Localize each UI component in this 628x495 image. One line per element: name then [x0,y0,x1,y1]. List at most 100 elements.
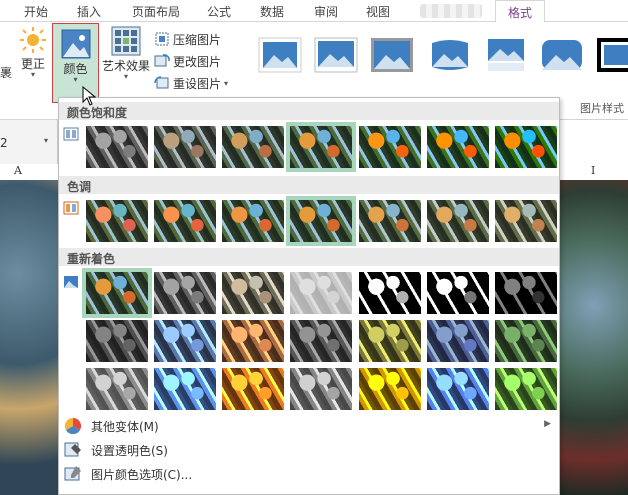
compress-pictures-button[interactable]: 压缩图片 [154,28,221,50]
color-variant-thumbnail[interactable] [222,368,284,410]
color-variant-thumbnail[interactable] [154,272,216,314]
color-variant-thumbnail[interactable] [154,126,216,168]
name-box[interactable]: 2 [0,136,8,150]
chevron-down-icon: ▾ [123,72,128,81]
picture-styles-group-label: 图片样式 [580,102,624,115]
sun-icon [20,27,46,53]
reset-picture-icon [154,76,169,89]
artistic-effects-icon [111,26,141,56]
color-variant-thumbnail[interactable] [359,200,421,242]
color-variant-thumbnail[interactable] [427,126,489,168]
color-variant-thumbnail[interactable] [86,200,148,242]
color-variant-thumbnail[interactable] [359,272,421,314]
change-label: 更改图片 [173,54,222,69]
correct-button[interactable]: 更正 ▾ [14,26,52,79]
chevron-down-icon: ▾ [30,70,35,79]
reset-label: 重设图片 [173,76,222,91]
saturation-icon [63,127,79,141]
tab-data[interactable]: 数据 [260,3,284,20]
color-label: 颜色 [63,62,88,76]
color-dropdown-panel: 颜色饱和度 色调 重新着色 其他变体(M) ▶ 设置透明色(S) 图片颜色选项(… [58,97,560,495]
tone-icon [63,201,79,215]
color-variant-thumbnail[interactable] [359,368,421,410]
color-variant-thumbnail[interactable] [222,320,284,362]
color-variant-thumbnail[interactable] [427,368,489,410]
color-variant-thumbnail[interactable] [495,320,557,362]
name-box-area: 2 ▾ [0,120,58,164]
color-variant-thumbnail[interactable] [286,196,356,246]
color-options-label: 图片颜色选项(C)... [91,467,193,482]
tab-formula[interactable]: 公式 [207,3,231,20]
mouse-cursor-icon [82,86,96,106]
tab-view[interactable]: 视图 [366,3,390,20]
color-variant-thumbnail[interactable] [495,200,557,242]
recolor-icon [64,276,78,288]
color-variant-thumbnail[interactable] [154,320,216,362]
color-variant-thumbnail[interactable] [286,122,356,172]
color-variant-thumbnail[interactable] [427,272,489,314]
tab-insert[interactable]: 插入 [77,3,101,20]
picture-style-thumb[interactable] [314,37,358,73]
partial-left-label: 裹 [0,66,13,80]
recolor-header: 重新着色 [59,248,559,266]
color-variant-thumbnail[interactable] [359,320,421,362]
artistic-effects-button[interactable]: 艺术效果 ▾ [100,26,152,81]
formula-bar[interactable] [560,120,628,164]
more-variants-menu-item[interactable]: 其他变体(M) ▶ [59,414,559,438]
color-variant-thumbnail[interactable] [154,368,216,410]
color-variant-thumbnail[interactable] [222,126,284,168]
color-variant-thumbnail[interactable] [86,320,148,362]
picture-style-thumb[interactable] [484,37,528,73]
artistic-effects-label: 艺术效果 [101,59,150,73]
color-variant-thumbnail[interactable] [427,320,489,362]
worksheet-picture[interactable] [0,180,58,495]
color-variant-thumbnail[interactable] [290,368,352,410]
tab-format[interactable]: 格式 [495,0,546,23]
picture-style-thumb[interactable] [428,37,472,73]
color-variant-thumbnail[interactable] [86,126,148,168]
set-transparent-label: 设置透明色(S) [91,443,168,458]
color-variant-thumbnail[interactable] [495,368,557,410]
reset-picture-button[interactable]: 重设图片 ▾ [154,72,228,94]
color-options-icon [64,466,81,481]
palette-icon [64,417,82,435]
color-variant-thumbnail[interactable] [222,272,284,314]
change-picture-button[interactable]: 更改图片 [154,50,221,72]
tab-review[interactable]: 审阅 [314,3,338,20]
picture-style-thumb[interactable] [540,37,584,73]
column-header-i[interactable]: I [591,164,595,180]
color-variant-thumbnail[interactable] [154,200,216,242]
chevron-down-icon: ▾ [73,75,78,84]
column-header-a[interactable]: A [14,164,22,180]
color-variant-thumbnail[interactable] [495,126,557,168]
blurred-tab [420,4,482,18]
tab-start[interactable]: 开始 [24,3,48,20]
ribbon-tab-bar: 开始 插入 页面布局 公式 数据 审阅 视图 格式 [0,0,628,23]
chevron-down-icon: ▾ [224,78,229,88]
more-variants-label: 其他变体(M) [91,419,159,434]
chevron-down-icon[interactable]: ▾ [44,136,48,145]
color-variant-thumbnail[interactable] [290,320,352,362]
color-variant-thumbnail[interactable] [359,126,421,168]
color-variant-thumbnail[interactable] [222,200,284,242]
chevron-right-icon: ▶ [544,419,551,429]
tab-page-layout[interactable]: 页面布局 [132,3,180,20]
picture-color-options-menu-item[interactable]: 图片颜色选项(C)... [59,462,559,486]
color-variant-thumbnail[interactable] [495,272,557,314]
set-transparent-color-menu-item[interactable]: 设置透明色(S) [59,438,559,462]
color-variant-thumbnail[interactable] [427,200,489,242]
picture-color-icon [61,29,90,59]
picture-style-thumb[interactable] [596,37,628,73]
compress-label: 压缩图片 [173,32,222,47]
picture-style-thumb[interactable] [370,37,414,73]
saturation-header: 颜色饱和度 [59,102,559,120]
transparent-color-icon [64,442,81,457]
picture-style-thumb[interactable] [258,37,302,73]
worksheet-picture[interactable] [560,180,628,495]
tone-header: 色调 [59,176,559,194]
color-variant-thumbnail[interactable] [290,272,352,314]
change-picture-icon [154,54,170,67]
color-variant-thumbnail[interactable] [86,368,148,410]
compress-icon [155,32,169,46]
color-variant-thumbnail[interactable] [82,268,152,318]
